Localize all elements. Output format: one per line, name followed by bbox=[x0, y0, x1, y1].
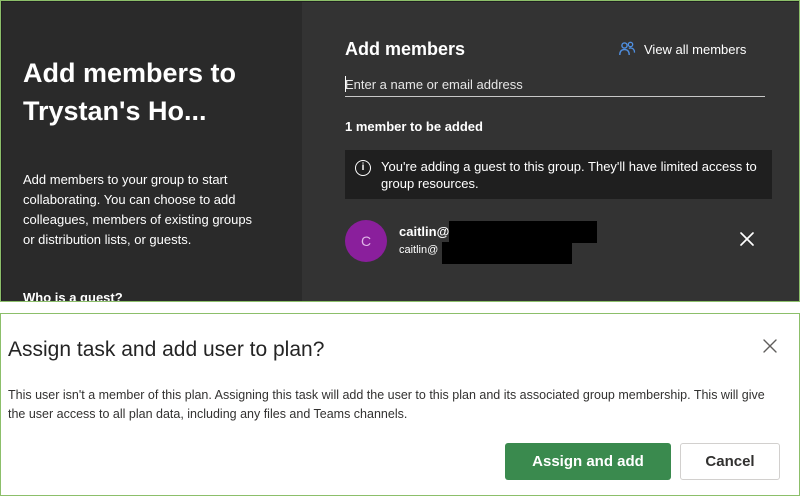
member-name: caitlin@ bbox=[399, 224, 450, 239]
member-count: 1 member to be added bbox=[345, 119, 483, 134]
side-description: Add members to your group to start colla… bbox=[23, 172, 253, 247]
assign-and-add-button[interactable]: Assign and add bbox=[505, 443, 671, 480]
redaction-block bbox=[449, 221, 597, 243]
dialog-body: This user isn't a member of this plan. A… bbox=[8, 388, 765, 421]
redaction-block bbox=[442, 242, 572, 264]
close-icon bbox=[761, 339, 779, 359]
avatar: C bbox=[345, 220, 387, 262]
close-icon bbox=[738, 232, 756, 252]
guest-notice: i You're adding a guest to this group. T… bbox=[345, 150, 772, 199]
add-members-panel: Add members to Trystan's Ho... Add membe… bbox=[0, 0, 800, 302]
text-cursor bbox=[345, 76, 346, 92]
cancel-button[interactable]: Cancel bbox=[680, 443, 780, 480]
info-icon: i bbox=[355, 160, 371, 176]
dialog-title: Assign task and add user to plan? bbox=[8, 338, 325, 361]
assign-task-dialog: Assign task and add user to plan? This u… bbox=[0, 313, 800, 496]
people-icon bbox=[618, 40, 636, 58]
add-members-form: Add members View all members 1 member to… bbox=[302, 2, 799, 301]
side-title: Add members to Trystan's Ho... bbox=[23, 58, 237, 126]
who-is-guest-link[interactable]: Who is a guest? bbox=[23, 290, 123, 301]
guest-notice-text: You're adding a guest to this group. The… bbox=[381, 159, 757, 191]
view-all-members-label: View all members bbox=[644, 41, 747, 57]
member-email: caitlin@ bbox=[399, 244, 439, 256]
side-info-pane: Add members to Trystan's Ho... Add membe… bbox=[2, 2, 302, 301]
remove-member-button[interactable] bbox=[738, 230, 756, 248]
member-row: C caitlin@ caitlin@ bbox=[345, 218, 772, 264]
add-members-title: Add members bbox=[345, 39, 466, 59]
view-all-members-button[interactable]: View all members bbox=[618, 40, 746, 58]
dialog-close-button[interactable] bbox=[761, 337, 779, 355]
member-search-input[interactable] bbox=[345, 73, 765, 97]
